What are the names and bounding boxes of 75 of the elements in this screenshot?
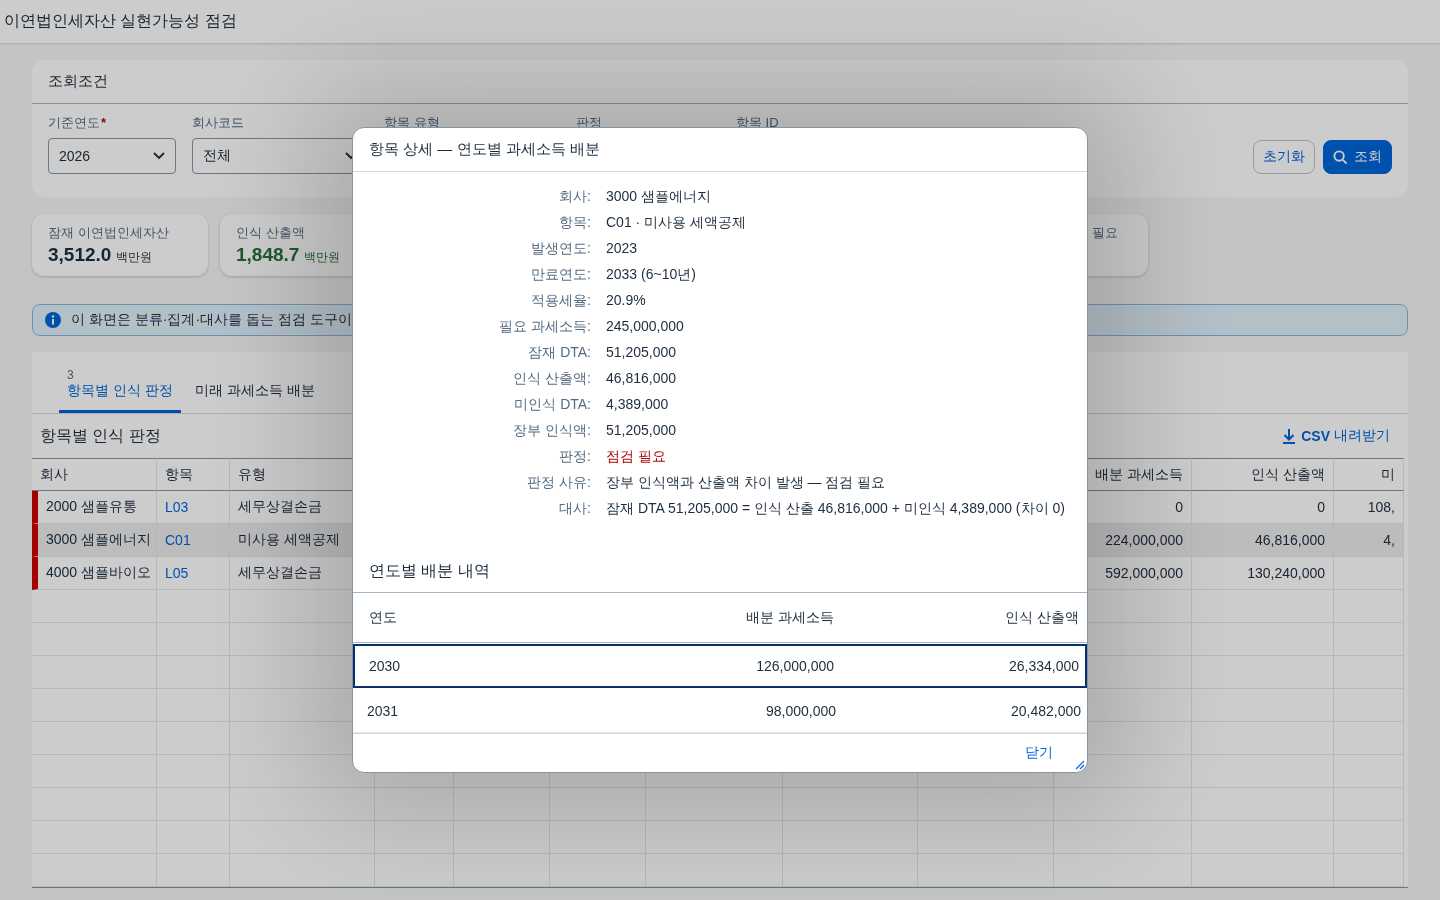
detail-value: C01 · 미사용 세액공제 <box>606 213 746 232</box>
detail-value: 20.9% <box>606 291 646 310</box>
table-cell: 108, <box>1334 491 1404 524</box>
info-icon <box>45 312 61 328</box>
table-cell: 2000 샘플유통 <box>32 491 157 524</box>
csv-download-link[interactable]: CSV 내려받기 <box>1281 427 1390 445</box>
table-cell-text: 98,000,000 <box>764 701 837 721</box>
table-cell: 4, <box>1334 524 1404 557</box>
search-icon <box>1333 149 1348 165</box>
table-cell-text: 126,000,000 <box>755 657 835 676</box>
detail-label: 적용세율: <box>530 291 591 310</box>
info-text: 이 화면은 분류·집계·대사를 돕는 점검 도구이 <box>71 311 352 329</box>
detail-label: 판정: <box>558 447 591 466</box>
table-cell: 4000 샘플바이오 <box>32 557 157 590</box>
detail-value: 2023 <box>606 239 638 258</box>
field-label: 회사코드 <box>192 114 244 132</box>
detail-value: 2033 (6~10년) <box>606 265 696 284</box>
table-cell[interactable]: L05 <box>157 557 230 590</box>
panel-title: 조회조건 <box>48 72 108 91</box>
table-row[interactable]: 2030 126,000,000 26,334,000 <box>353 644 1087 688</box>
close-button[interactable]: 닫기 <box>1023 740 1055 766</box>
detail-value: 3000 샘플에너지 <box>606 187 712 206</box>
detail-value: 점검 필요 <box>606 447 666 466</box>
detail-label: 판정 사유: <box>526 473 591 492</box>
detail-value: 46,816,000 <box>606 369 677 388</box>
table-cell[interactable]: L03 <box>157 491 230 524</box>
detail-label: 회사: <box>558 187 591 206</box>
detail-label: 대사: <box>558 499 591 518</box>
detail-value: 장부 인식액과 산출액 차이 발생 — 점검 필요 <box>606 473 886 492</box>
detail-label: 잠재 DTA: <box>527 343 591 362</box>
page-title: 이연법인세자산 실현가능성 점검 <box>4 11 237 31</box>
download-icon <box>1281 428 1298 444</box>
detail-label: 만료연도: <box>530 265 591 284</box>
detail-label: 발생연도: <box>530 239 591 258</box>
kpi-label: 필요 <box>1092 224 1119 242</box>
detail-value: 245,000,000 <box>606 317 684 336</box>
kpi-unit: 백만원 <box>304 249 341 266</box>
table-cell: 46,816,000 <box>1192 524 1334 557</box>
kpi-label: 잠재 이연법인세자산 <box>48 224 170 242</box>
column-header: 배분 과세소득 <box>597 593 842 643</box>
kpi-value: 3,512.0 <box>48 244 112 266</box>
detail-value: 51,205,000 <box>606 421 677 440</box>
dialog-title: 항목 상세 — 연도별 과세소득 배분 <box>369 140 600 159</box>
kpi-unit: 백만원 <box>116 249 153 266</box>
reset-button[interactable]: 초기화 <box>1253 140 1315 174</box>
table-cell[interactable]: C01 <box>157 524 230 557</box>
chevron-down-icon <box>153 152 165 160</box>
table-row[interactable]: 2031 98,000,000 20,482,000 <box>353 689 1087 733</box>
table-cell: 0 <box>1192 491 1334 524</box>
table-cell: 3000 샘플에너지 <box>32 524 157 557</box>
detail-label: 필요 과세소득: <box>498 317 591 336</box>
table-cell-text: 20,482,000 <box>1009 701 1082 721</box>
tab[interactable]: 미래 과세소득 배분 <box>186 352 323 413</box>
column-header: 인식 산출액 <box>1192 458 1334 491</box>
detail-label: 미인식 DTA: <box>513 395 591 414</box>
detail-label: 항목: <box>558 213 591 232</box>
kpi-value: 1,848.7 <box>236 244 300 266</box>
detail-value: 51,205,000 <box>606 343 677 362</box>
table-cell: 130,240,000 <box>1192 557 1334 590</box>
field-label: 기준연도 <box>48 114 100 132</box>
resize-grip-icon[interactable] <box>1075 760 1085 770</box>
select-field[interactable]: 2026 <box>48 138 176 174</box>
tab-count: 3 <box>67 368 75 382</box>
table-cell-text: 26,334,000 <box>1007 657 1080 676</box>
search-button[interactable]: 조회 <box>1323 140 1392 174</box>
detail-label: 인식 산출액: <box>512 369 591 388</box>
table-cell-text: 2030 <box>368 657 402 676</box>
kpi-label: 인식 산출액 <box>236 224 306 242</box>
detail-value: 4,389,000 <box>606 395 669 414</box>
detail-label: 장부 인식액: <box>512 421 591 440</box>
column-header: 연도 <box>353 593 597 643</box>
required-mark: * <box>101 115 107 130</box>
table-cell-text: 2031 <box>366 701 400 721</box>
table-title: 항목별 인식 판정 <box>40 425 161 446</box>
column-header: 인식 산출액 <box>842 593 1087 643</box>
